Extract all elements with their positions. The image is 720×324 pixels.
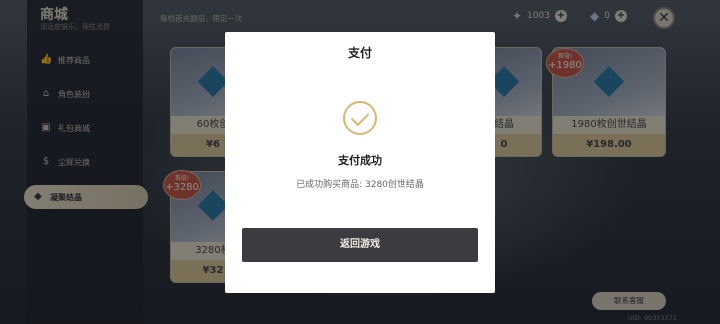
- success-title: 支付成功: [338, 154, 382, 167]
- success-description: 已成功购买商品: 3280创世结晶: [296, 180, 424, 190]
- dialog-title: 支付: [347, 46, 372, 60]
- check-circle-icon: [343, 101, 377, 135]
- payment-dialog: 支付 支付成功 已成功购买商品: 3280创世结晶 返回游戏: [225, 32, 495, 293]
- return-to-game-button[interactable]: 返回游戏: [242, 228, 478, 262]
